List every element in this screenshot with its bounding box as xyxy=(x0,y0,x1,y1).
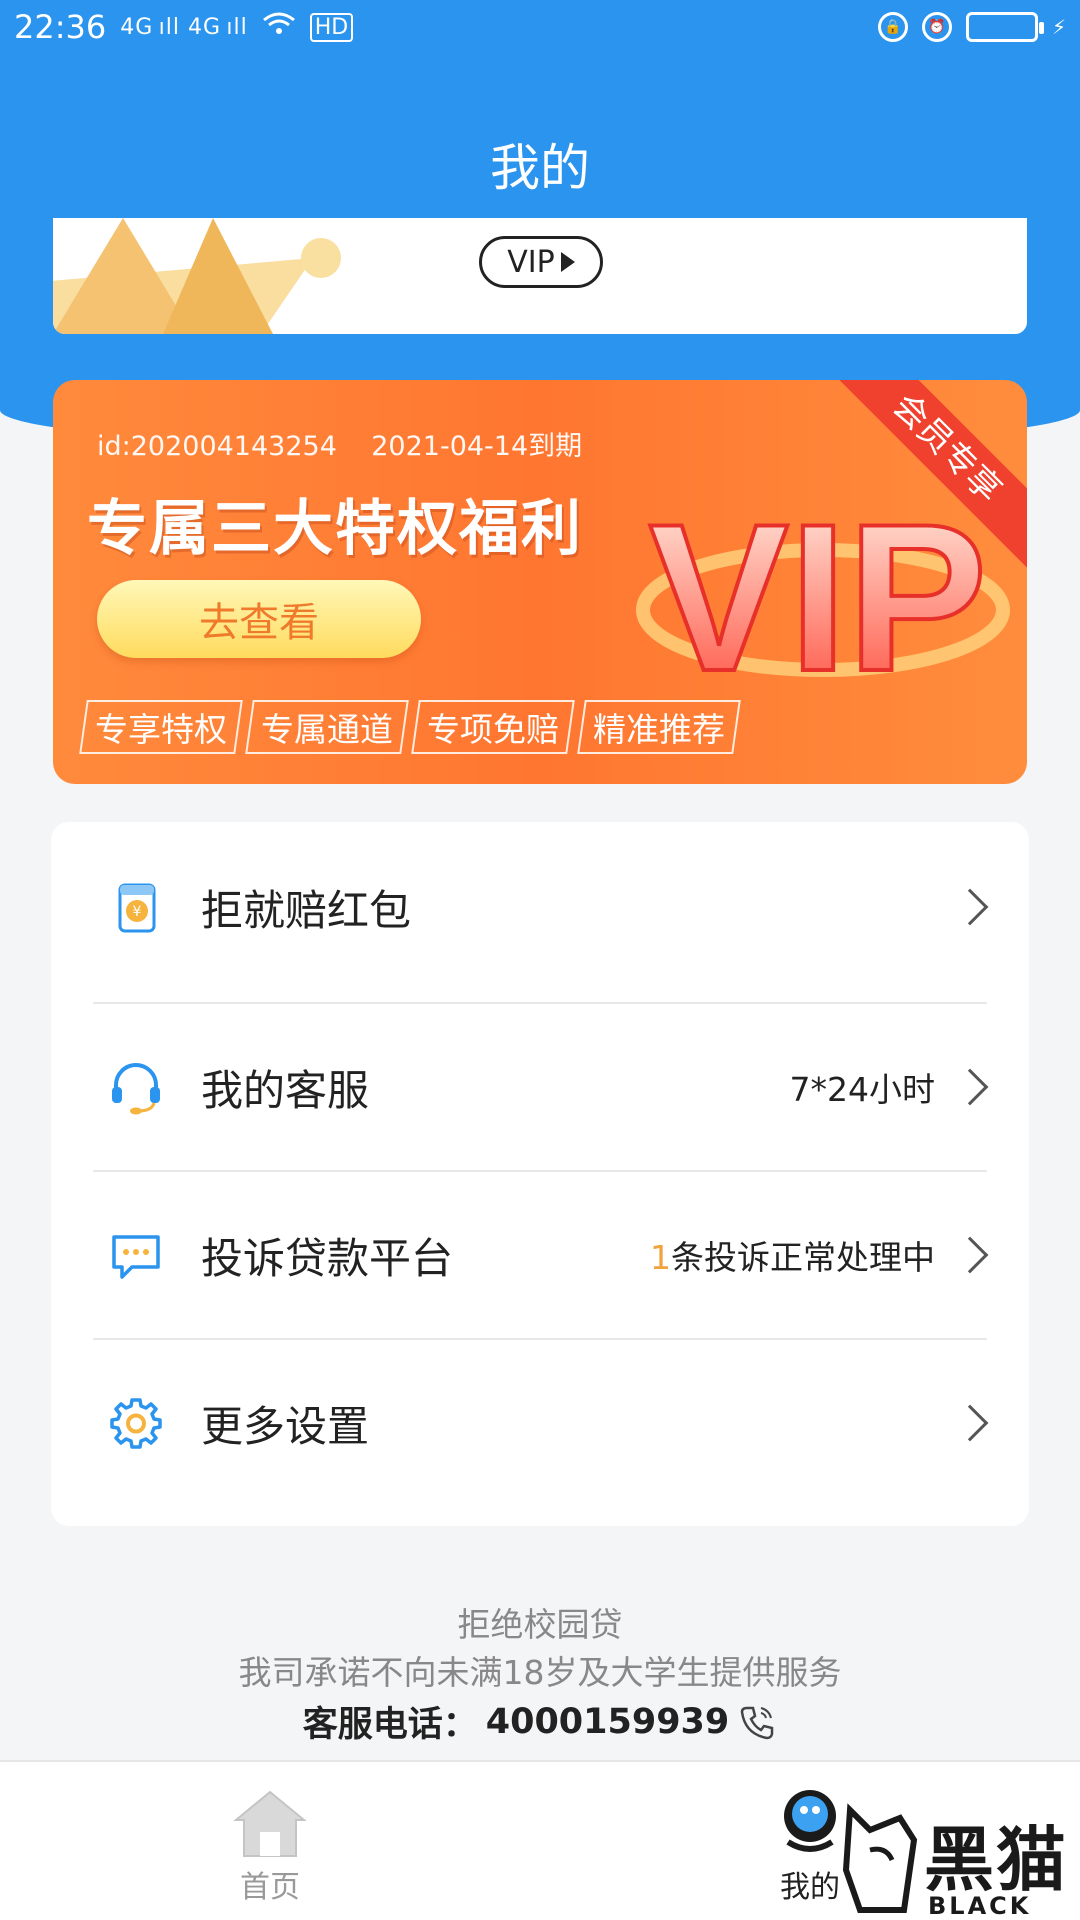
page-title: 我的 xyxy=(490,139,590,197)
vip-art-text: VIP xyxy=(649,480,987,715)
home-icon xyxy=(233,1790,307,1857)
view-button[interactable]: 去查看 xyxy=(97,580,421,658)
member-expiry: 2021-04-14到期 xyxy=(371,431,583,462)
banner-title: 专属三大特权福利 xyxy=(87,494,583,564)
banner-tag: 专享特权 xyxy=(79,700,243,754)
red-envelope-icon: ¥ xyxy=(118,883,156,933)
phone-number[interactable]: 4000159939 xyxy=(486,1702,730,1742)
vip-card[interactable]: VIP xyxy=(53,218,1027,334)
hd-badge: HD xyxy=(309,12,354,42)
alarm-icon: ⏰ xyxy=(921,12,952,42)
watermark-subtext: BLACK CAT xyxy=(928,1892,1032,1920)
complaint-count: 1 xyxy=(650,1238,671,1277)
gear-icon xyxy=(110,1398,162,1449)
wifi-icon xyxy=(262,11,296,44)
menu-item-customer-service[interactable]: 我的客服 7*24小时 xyxy=(51,1002,1029,1172)
complaint-status-text: 条投诉正常处理中 xyxy=(671,1238,935,1277)
blackcat-watermark: 黑猫 BLACK CAT xyxy=(840,1800,1080,1920)
menu-item-label: 投诉贷款平台 xyxy=(201,1233,454,1283)
chat-bubble-icon xyxy=(112,1235,160,1279)
phone-label: 客服电话： xyxy=(302,1705,478,1745)
watermark-text: 黑猫 xyxy=(924,1819,1068,1901)
chevron-right-icon xyxy=(951,1068,989,1106)
vip-button-label: VIP xyxy=(507,244,555,280)
crown-decoration-part xyxy=(163,218,273,334)
headset-icon xyxy=(112,1063,160,1115)
lock-rotation-icon: 🔒 xyxy=(877,12,908,42)
status-bar: 22:36 4G ıll 4G ıll HD 🔒 ⏰ ⚡ xyxy=(0,0,1080,54)
svg-text:¥: ¥ xyxy=(133,904,142,920)
footer-commitment: 我司承诺不向未满18岁及大学生提供服务 xyxy=(238,1653,842,1692)
cat-logo-icon xyxy=(842,1803,918,1913)
customer-service-phone[interactable]: 客服电话： 4000159939 xyxy=(0,1696,1080,1747)
menu-item-label: 拒就赔红包 xyxy=(201,885,412,935)
battery-icon xyxy=(965,12,1044,42)
menu-item-complaint[interactable]: 投诉贷款平台 1条投诉正常处理中 xyxy=(51,1170,1029,1340)
banner-member-info: id:202004143254 2021-04-14到期 xyxy=(97,424,582,463)
vip-promo-banner[interactable]: id:202004143254 2021-04-14到期 专属三大特权福利 去查… xyxy=(53,380,1027,784)
banner-tag: 专项免赔 xyxy=(411,700,575,754)
status-time: 22:36 xyxy=(14,8,107,46)
member-id: id:202004143254 xyxy=(97,431,337,462)
play-arrow-icon xyxy=(560,252,575,272)
vip-button[interactable]: VIP xyxy=(479,236,603,288)
menu-card: ¥ 拒就赔红包 我的客服 7*24小时 投诉贷款平台 1条投诉正常处理中 更多设… xyxy=(51,822,1029,1526)
signal-icon: 4G ıll 4G ıll xyxy=(120,14,248,40)
complaint-status: 1条投诉正常处理中 xyxy=(650,1231,935,1279)
footer-slogan: 拒绝校园贷 xyxy=(457,1605,623,1644)
phone-icon[interactable] xyxy=(737,1702,777,1742)
chevron-right-icon xyxy=(951,1404,989,1442)
menu-item-red-envelope[interactable]: ¥ 拒就赔红包 xyxy=(51,822,1029,992)
menu-item-settings[interactable]: 更多设置 xyxy=(51,1338,1029,1508)
charging-icon: ⚡ xyxy=(1051,15,1066,39)
chevron-right-icon xyxy=(951,1236,989,1274)
crown-decoration-ball xyxy=(301,238,341,278)
banner-tag: 专属通道 xyxy=(245,700,409,754)
tab-home[interactable]: 首页 xyxy=(170,1762,370,1920)
chevron-right-icon xyxy=(951,888,989,926)
tab-home-label: 首页 xyxy=(240,1870,300,1905)
service-hours: 7*24小时 xyxy=(789,1070,936,1109)
menu-item-label: 更多设置 xyxy=(201,1401,370,1451)
menu-item-label: 我的客服 xyxy=(201,1065,370,1115)
profile-icon xyxy=(784,1790,836,1852)
